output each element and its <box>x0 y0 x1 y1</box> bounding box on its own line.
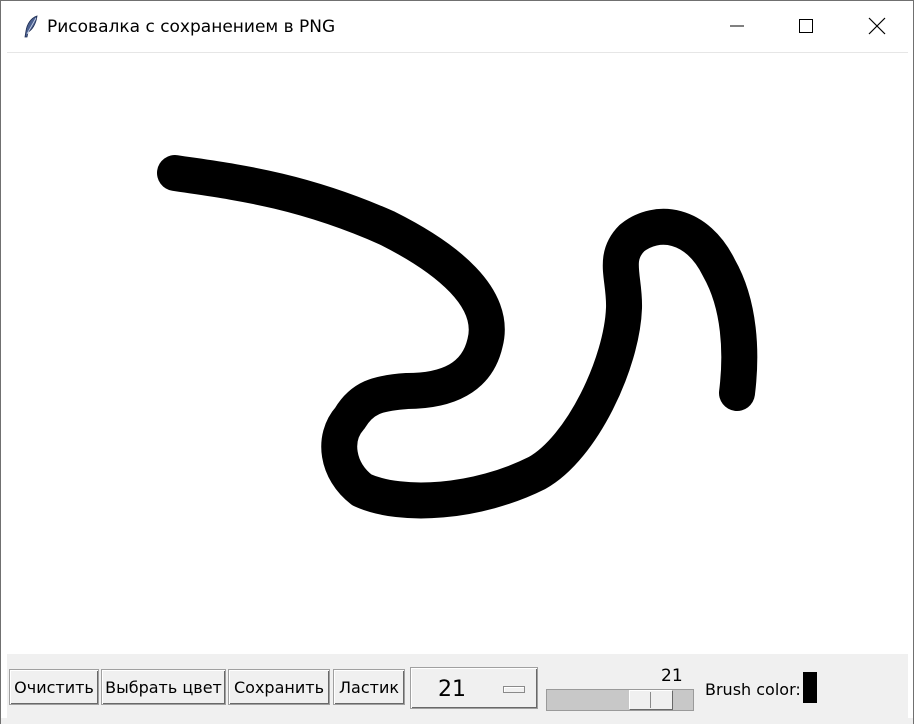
choose-color-button[interactable]: Выбрать цвет <box>101 669 226 705</box>
toolbar: Очистить Выбрать цвет Сохранить Ластик 2… <box>7 654 908 718</box>
scale-slider-handle[interactable] <box>629 690 673 710</box>
clear-button[interactable]: Очистить <box>9 669 99 705</box>
close-button[interactable] <box>843 1 911 51</box>
feather-icon <box>24 15 38 38</box>
brush-color-label: Brush color: <box>705 680 801 699</box>
window-title: Рисовалка с сохранением в PNG <box>47 17 336 37</box>
brush-size-optionmenu[interactable]: 21 <box>410 667 538 709</box>
drawing-surface <box>157 155 758 519</box>
eraser-button[interactable]: Ластик <box>333 669 405 705</box>
brush-size-option-value: 21 <box>438 677 466 702</box>
save-button[interactable]: Сохранить <box>228 669 330 705</box>
minimize-button[interactable] <box>703 1 771 51</box>
maximize-button[interactable] <box>772 1 840 51</box>
brush-size-scale-value: 21 <box>661 666 683 686</box>
optionmenu-indicator-icon <box>503 686 525 693</box>
brush-size-scale[interactable] <box>546 689 694 711</box>
minimize-icon <box>730 25 744 27</box>
brush-stroke <box>157 155 758 519</box>
title-bar[interactable]: Рисовалка с сохранением в PNG <box>1 1 913 51</box>
window-bottom-border <box>1 718 913 724</box>
app-window: Рисовалка с сохранением в PNG Очистить В… <box>0 0 914 724</box>
maximize-icon <box>799 19 813 33</box>
brush-color-swatch <box>803 672 817 703</box>
close-icon <box>868 17 886 35</box>
drawing-canvas[interactable] <box>7 52 908 655</box>
